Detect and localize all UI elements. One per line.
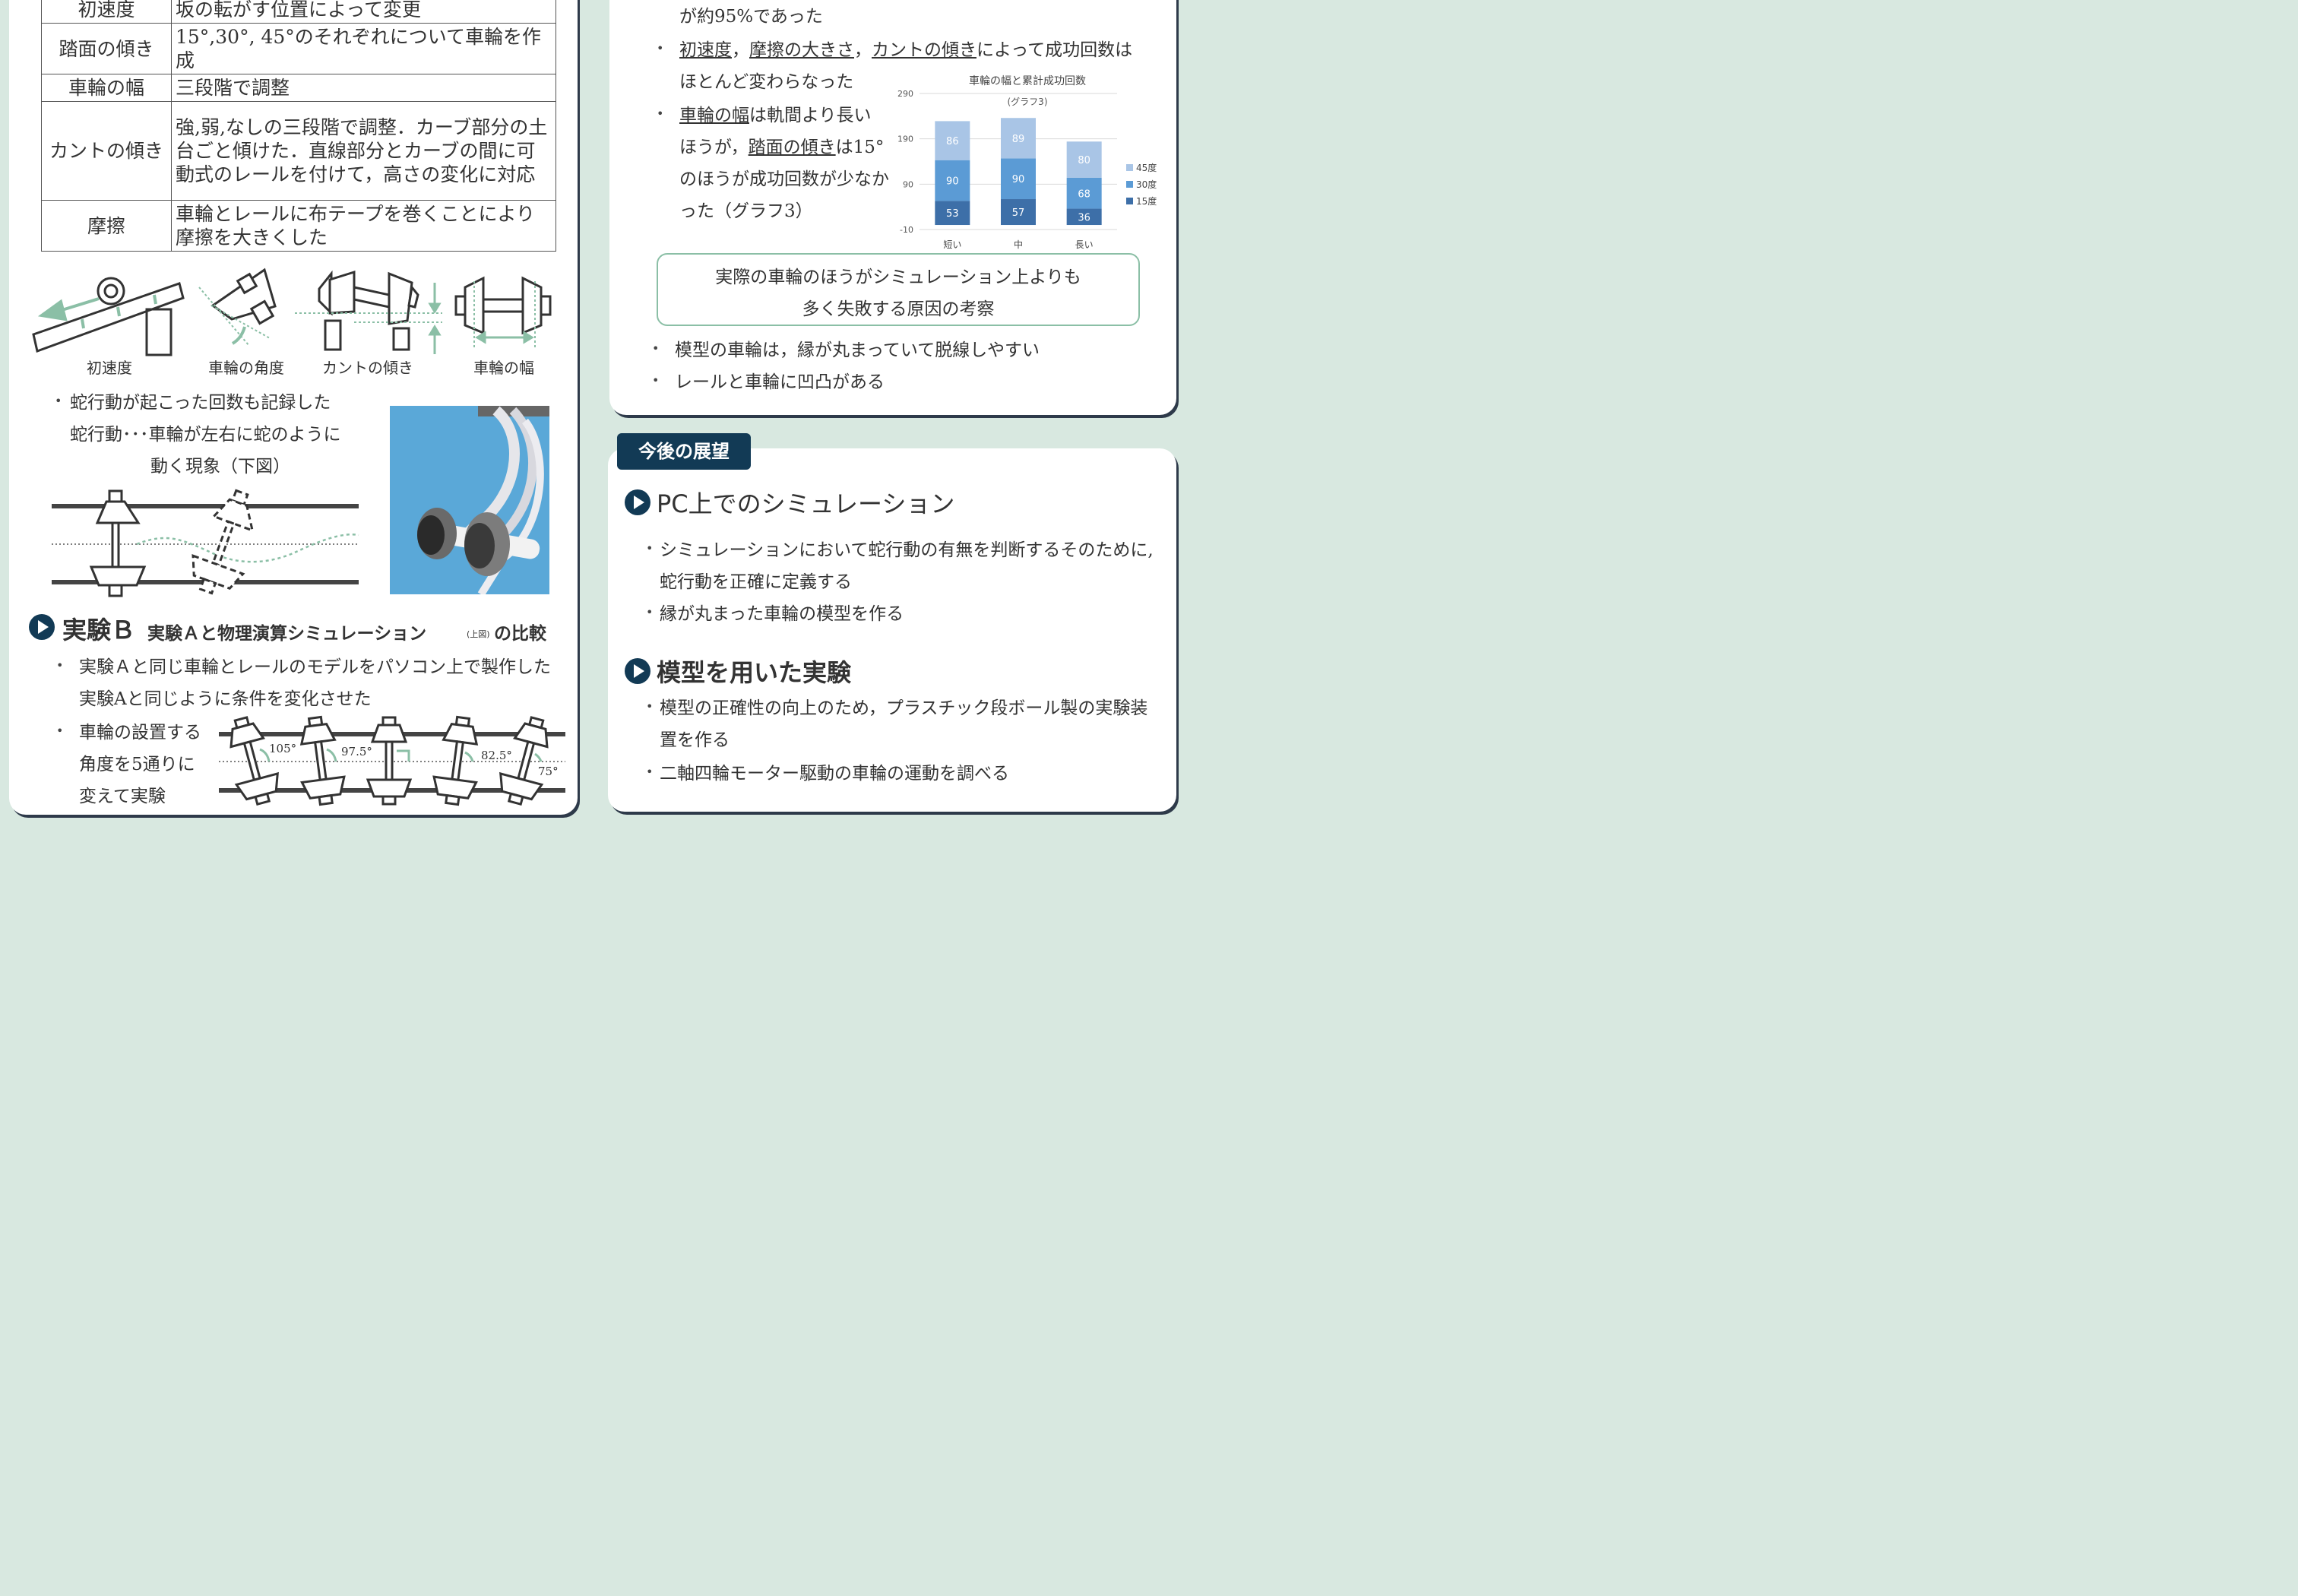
hunting-bullet: 蛇行動が起こった回数も記録した — [70, 393, 331, 413]
consideration-title: 実際の車輪のほうがシミュレーション上よりも — [715, 268, 1081, 287]
consideration-bullet-2: レールと車輪に凹凸がある — [675, 372, 885, 392]
stacked-bar-chart: 車輪の幅と累計成功回数 (グラフ3) -10 90 190 290 53 90 86 短い 5… — [897, 74, 1157, 250]
legend-label: 30度 — [1136, 179, 1157, 190]
angle-label: 97.5° — [341, 745, 372, 758]
result-text: は軌間より長い — [749, 106, 872, 125]
result-term: 車輪の幅 — [679, 106, 749, 125]
data-label: 90 — [946, 176, 959, 188]
outlook-text-5: 置を作る — [660, 730, 730, 750]
y-tick-label: 190 — [897, 135, 913, 144]
simulation-screenshot — [390, 406, 549, 594]
label-wheel-width: 車輪の幅 — [473, 359, 534, 377]
bullet-icon: • — [646, 605, 654, 619]
angle-diagram — [219, 715, 565, 806]
result-term: カントの傾き — [872, 40, 976, 60]
data-label: 90 — [1012, 174, 1025, 185]
y-tick-label: 290 — [897, 89, 913, 99]
y-tick-label: -10 — [900, 225, 913, 235]
x-tick-label: 短い — [943, 239, 961, 250]
consideration-bullet: 模型の車輪は，縁が丸まっていて脱線しやすい — [675, 340, 1040, 360]
hunting-definition: 蛇行動･･･車輪が左右に蛇のように — [70, 425, 341, 445]
play-icon — [29, 614, 55, 640]
outlook-heading-model: 模型を用いた実験 — [657, 658, 852, 687]
condition-diagrams — [32, 268, 552, 356]
result-bullet-2: 車輪の幅は軌間より長い — [679, 100, 872, 126]
result-text: ほうが， — [679, 138, 749, 157]
outlook-heading-pc: PC上でのシミュレーション — [657, 489, 955, 518]
angle-label: 82.5° — [481, 749, 512, 762]
bullet-icon: • — [652, 341, 660, 356]
data-label: 53 — [946, 208, 959, 220]
play-icon — [625, 489, 650, 515]
label-cant: カントの傾き — [322, 359, 413, 377]
chart-subtitle: (グラフ3) — [1008, 97, 1048, 107]
result-term: 踏面の傾き — [748, 138, 836, 157]
outlook-text-6: 二軸四輪モーター駆動の車輪の運動を調べる — [660, 764, 1009, 784]
angle-label: 105° — [269, 742, 297, 755]
outlook-tag: 今後の展望 — [617, 433, 751, 470]
data-label: 89 — [1012, 134, 1025, 145]
data-label: 57 — [1012, 207, 1025, 219]
x-tick-label: 長い — [1075, 239, 1094, 250]
legend-swatch — [1126, 181, 1133, 188]
data-label: 86 — [946, 136, 959, 147]
hunting-diagram — [52, 489, 359, 597]
bullet-icon: • — [657, 106, 664, 121]
bullet-icon: • — [56, 724, 64, 738]
cant-diagram — [318, 270, 419, 351]
play-icon — [625, 658, 650, 684]
result-text: ほとんど変わらなった — [679, 72, 854, 92]
wheel-angle-diagram — [210, 268, 277, 325]
result-text: は15° — [835, 138, 885, 157]
result-term: 初速度 — [679, 40, 732, 60]
experiment-b-text: 実験Ａと同じ車輪とレールのモデルをパソコン上で製作した — [79, 657, 551, 677]
chart-title: 車輪の幅と累計成功回数 — [969, 74, 1086, 87]
bullet-icon: • — [657, 41, 664, 55]
y-tick-label: 90 — [903, 179, 913, 189]
result-text: った（グラフ3） — [679, 201, 813, 221]
wheel-width-diagram — [454, 276, 552, 335]
bullet-icon: • — [646, 541, 654, 556]
consideration-title-2: 多く失敗する原因の考察 — [802, 299, 995, 319]
experiment-b-angle-text: 車輪の設置する — [79, 723, 201, 743]
result-text: によって成功回数は — [976, 40, 1133, 60]
legend-swatch — [1126, 164, 1133, 171]
separator: ， — [854, 40, 872, 60]
result-text: ほうが，踏面の傾きは15° — [679, 132, 884, 158]
bullet-icon: • — [652, 373, 660, 388]
experiment-b-angle-text-3: 変えて実験 — [79, 787, 166, 806]
experiment-b-note: (上図) — [467, 629, 490, 639]
experiment-b-subtitle: 実験Ａと物理演算シミュレーション — [147, 624, 427, 644]
label-wheel-angle: 車輪の角度 — [208, 359, 284, 377]
bullet-icon: • — [646, 699, 654, 714]
angle-label: 75° — [538, 765, 559, 778]
legend-swatch — [1126, 198, 1133, 204]
outlook-text-4: 模型の正確性の向上のため，プラスチック段ボール製の実験装 — [660, 698, 1148, 718]
result-text: のほうが成功回数が少なか — [679, 169, 889, 189]
result-text: が約95%であった — [679, 7, 823, 27]
bullet-icon: • — [646, 765, 654, 779]
outlook-text-3: 縁が丸まった車輪の模型を作る — [660, 604, 904, 624]
result-bullet-1: 初速度，摩擦の大きさ，カントの傾きによって成功回数は — [679, 35, 1132, 61]
experiment-b-text-2: 実験Aと同じように条件を変化させた — [79, 689, 372, 709]
label-initial-velocity: 初速度 — [87, 359, 132, 377]
bullet-icon: • — [56, 658, 64, 673]
separator: ， — [732, 40, 749, 60]
data-label: 68 — [1078, 188, 1090, 200]
outlook-text: シミュレーションにおいて蛇行動の有無を判断するそのために, — [660, 540, 1154, 560]
experiment-b-title: 実験Ｂ — [62, 616, 136, 644]
legend-label: 45度 — [1136, 162, 1157, 173]
data-label: 36 — [1078, 212, 1090, 223]
bullet-icon: • — [55, 394, 62, 408]
data-label: 80 — [1078, 155, 1090, 166]
x-tick-label: 中 — [1014, 239, 1023, 250]
experiment-b-title-end: の比較 — [494, 624, 546, 644]
result-term: 摩擦の大きさ — [749, 40, 854, 60]
legend-label: 15度 — [1136, 195, 1157, 207]
hunting-definition-2: 動く現象（下図） — [150, 457, 290, 477]
outlook-text-2: 蛇行動を正確に定義する — [660, 572, 852, 592]
experiment-b-angle-text-2: 角度を5通りに — [79, 755, 195, 774]
